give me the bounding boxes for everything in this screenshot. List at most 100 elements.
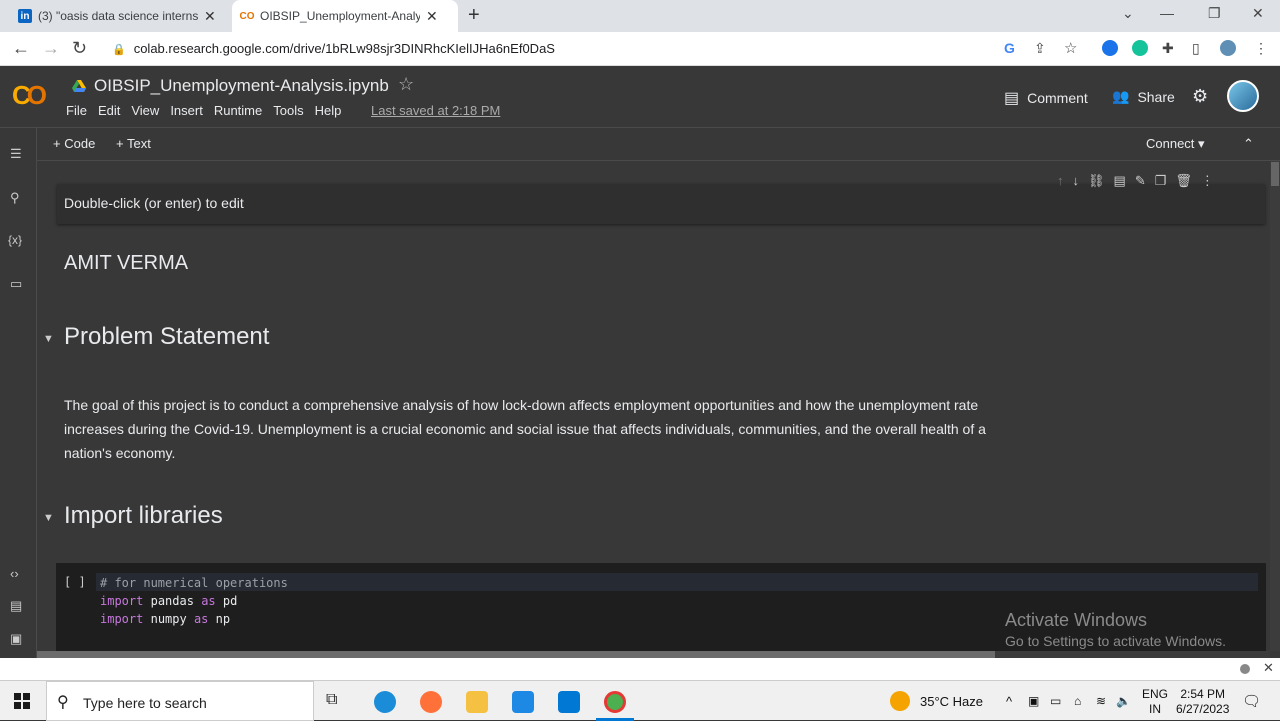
notebook-title[interactable]: OIBSIP_Unemployment-Analysis.ipynb: [94, 76, 389, 96]
volume-icon[interactable]: 🔈: [1116, 694, 1131, 708]
tab-search-icon[interactable]: ⌄: [1122, 5, 1134, 22]
weather-icon[interactable]: [890, 691, 910, 711]
profile-icon[interactable]: [1220, 40, 1236, 56]
delete-trash-icon[interactable]: 🗑: [1175, 173, 1192, 189]
network-icon[interactable]: ⌂: [1074, 694, 1081, 708]
task-view-icon[interactable]: ⧉: [326, 691, 348, 713]
tab-colab[interactable]: CO OIBSIP_Unemployment-Analysis. ✕: [232, 0, 458, 32]
menu-view[interactable]: View: [131, 103, 159, 118]
tray-app-icon[interactable]: ▣: [1028, 694, 1039, 708]
comment-button[interactable]: ▤ Comment: [1004, 88, 1088, 108]
browser-menu-icon[interactable]: ⋮: [1254, 40, 1268, 57]
add-code-button[interactable]: + Code: [53, 136, 95, 151]
firefox-icon[interactable]: [420, 691, 442, 713]
terminal-icon[interactable]: ▣: [10, 631, 22, 647]
text-cell-editing[interactable]: Double-click (or enter) to edit: [57, 184, 1265, 224]
language-indicator[interactable]: ENG IN: [1142, 687, 1168, 717]
link-icon[interactable]: ⛓: [1088, 173, 1105, 189]
menu-runtime[interactable]: Runtime: [214, 103, 262, 118]
code-keyword: as: [201, 594, 216, 608]
author-heading: AMIT VERMA: [64, 252, 189, 274]
avatar[interactable]: [1227, 80, 1259, 112]
windows-taskbar: ⚲ Type here to search ⧉ 35°C Haze ^ ▣ ▭ …: [0, 680, 1280, 721]
mirror-cell-icon[interactable]: ❐: [1155, 173, 1167, 189]
star-icon[interactable]: ☆: [398, 74, 414, 95]
run-cell-button[interactable]: [ ]: [64, 575, 86, 589]
mail-icon[interactable]: [558, 691, 580, 713]
store-icon[interactable]: [512, 691, 534, 713]
settings-gear-icon[interactable]: ⚙: [1192, 86, 1208, 107]
bottom-status-strip: ✕: [0, 658, 1280, 680]
last-saved-link[interactable]: Last saved at 2:18 PM: [371, 103, 500, 118]
menu-file[interactable]: File: [66, 103, 87, 118]
collapse-section-icon[interactable]: ▼: [43, 333, 54, 345]
extension-icon[interactable]: [1102, 40, 1118, 56]
address-bar: ← → ↻ 🔒 colab.research.google.com/drive/1…: [0, 32, 1280, 66]
new-tab-icon[interactable]: +: [468, 4, 480, 27]
restore-icon[interactable]: ❐: [1208, 5, 1221, 22]
table-of-contents-icon[interactable]: ☰: [10, 146, 22, 162]
close-tab-icon[interactable]: ✕: [426, 8, 438, 25]
sidepanel-icon[interactable]: ▯: [1192, 40, 1200, 57]
weather-text[interactable]: 35°C Haze: [920, 694, 983, 709]
activate-windows-watermark: Activate Windows Go to Settings to activ…: [1005, 610, 1226, 649]
forward-icon[interactable]: →: [42, 38, 60, 59]
back-icon[interactable]: ←: [12, 38, 30, 59]
notifications-icon[interactable]: 🗨: [1242, 692, 1261, 710]
move-down-icon[interactable]: ↓: [1073, 173, 1080, 189]
search-icon[interactable]: ⚲: [10, 190, 20, 206]
notebook-toolbar: + Code + Text Connect ▾ ⌃: [37, 128, 1280, 161]
clock[interactable]: 2:54 PM 6/27/2023: [1176, 687, 1229, 717]
share-page-icon[interactable]: ⇪: [1034, 40, 1046, 57]
command-palette-icon[interactable]: ▤: [10, 598, 22, 614]
move-up-icon[interactable]: ↑: [1057, 173, 1064, 189]
chrome-icon[interactable]: [604, 691, 626, 713]
close-panel-icon[interactable]: ✕: [1263, 660, 1274, 676]
url-field[interactable]: 🔒 colab.research.google.com/drive/1bRLw98…: [112, 41, 555, 56]
collapse-header-icon[interactable]: ⌃: [1243, 136, 1254, 152]
reload-icon[interactable]: ↻: [72, 38, 87, 59]
code-alias: np: [215, 612, 231, 626]
edit-pencil-icon[interactable]: ✎: [1135, 173, 1146, 189]
grammarly-icon[interactable]: [1132, 40, 1148, 56]
menu-tools[interactable]: Tools: [273, 103, 303, 118]
horizontal-scroll-thumb[interactable]: [37, 651, 995, 658]
watermark-subtitle: Go to Settings to activate Windows.: [1005, 633, 1226, 649]
colab-logo[interactable]: CO: [12, 80, 47, 111]
file-explorer-icon[interactable]: [466, 691, 488, 713]
variables-icon[interactable]: {x}: [8, 233, 22, 247]
code-editor[interactable]: # for numerical operations import pandas…: [100, 574, 288, 628]
windows-start-icon[interactable]: [14, 693, 30, 709]
vertical-scroll-thumb[interactable]: [1271, 162, 1279, 186]
wifi-icon[interactable]: ≋: [1096, 694, 1106, 708]
vertical-scrollbar[interactable]: [1270, 161, 1280, 651]
files-folder-icon[interactable]: ▭: [10, 276, 22, 292]
menu-edit[interactable]: Edit: [98, 103, 120, 118]
people-icon: 👥: [1112, 88, 1130, 104]
tab-linkedin[interactable]: in (3) "oasis data science internship ✕: [10, 0, 230, 32]
minimize-icon[interactable]: —: [1160, 5, 1174, 21]
code-snippets-icon[interactable]: ‹›: [10, 566, 19, 581]
status-dot-icon: [1240, 664, 1250, 674]
window-close-icon[interactable]: ✕: [1252, 5, 1264, 22]
taskbar-search-box[interactable]: ⚲ Type here to search: [46, 681, 314, 721]
close-tab-icon[interactable]: ✕: [204, 8, 216, 25]
connect-button[interactable]: Connect ▾: [1146, 136, 1205, 152]
more-options-icon[interactable]: ⋮: [1201, 173, 1214, 189]
drive-icon[interactable]: [72, 80, 86, 92]
comment-cell-icon[interactable]: ▤: [1114, 173, 1126, 189]
battery-icon[interactable]: ▭: [1050, 694, 1061, 708]
colab-icon: CO: [239, 10, 255, 22]
bookmark-star-icon[interactable]: ☆: [1064, 39, 1077, 57]
tray-chevron-icon[interactable]: ^: [1006, 694, 1012, 709]
menu-insert[interactable]: Insert: [170, 103, 203, 118]
google-icon[interactable]: G: [1004, 40, 1015, 56]
menu-help[interactable]: Help: [315, 103, 342, 118]
share-button[interactable]: 👥 Share: [1112, 88, 1175, 105]
edge-icon[interactable]: [374, 691, 396, 713]
add-text-button[interactable]: + Text: [116, 136, 151, 151]
extensions-puzzle-icon[interactable]: ✚: [1162, 40, 1174, 57]
collapse-section-icon[interactable]: ▼: [43, 512, 54, 524]
code-keyword: as: [193, 612, 209, 626]
share-label: Share: [1137, 88, 1175, 105]
